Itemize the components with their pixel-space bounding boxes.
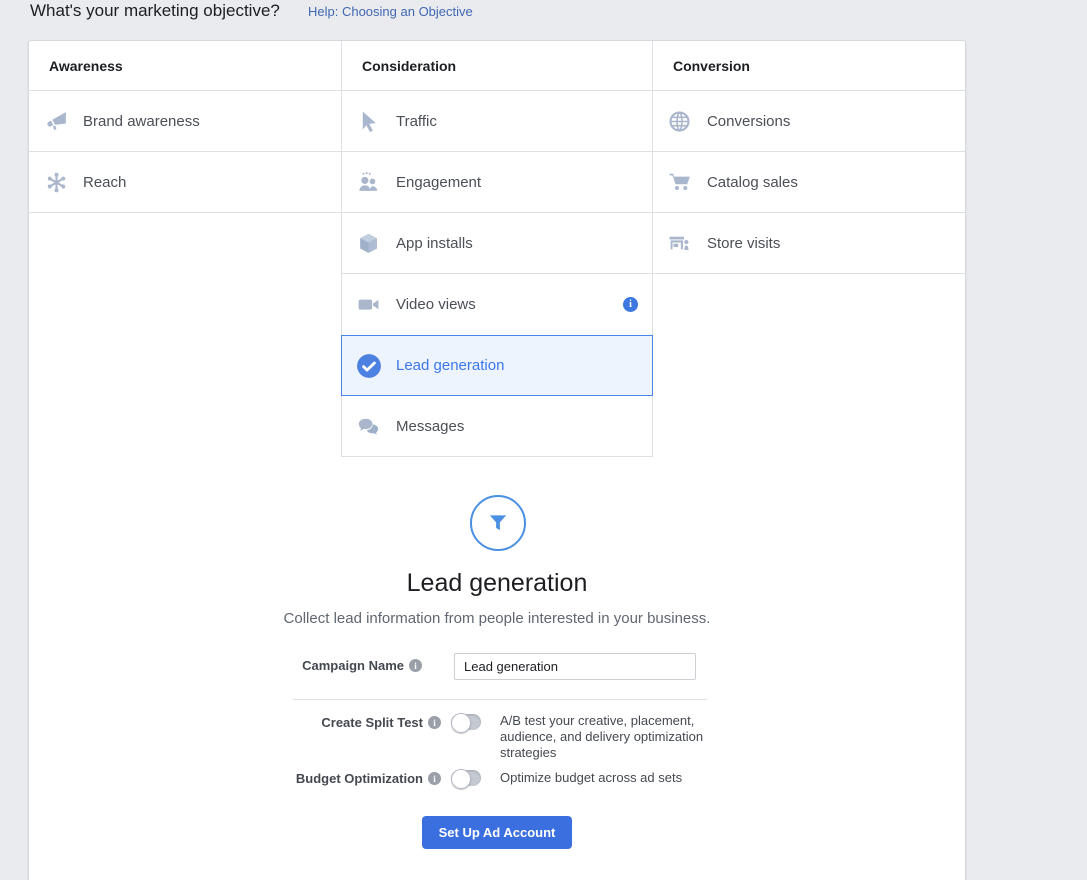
- objective-label: Reach: [83, 174, 126, 191]
- campaign-name-label: Campaign Name: [302, 658, 422, 673]
- campaign-name-label-text: Campaign Name: [302, 658, 404, 673]
- column-consideration: Consideration Traffic: [341, 41, 653, 457]
- check-circle-icon: [356, 353, 382, 379]
- objective-label: Traffic: [396, 113, 437, 130]
- globe-icon: [667, 108, 693, 134]
- budget-optimization-toggle[interactable]: [451, 770, 481, 786]
- split-test-label: Create Split Test: [321, 715, 441, 730]
- objective-label: App installs: [396, 235, 473, 252]
- objective-video-views[interactable]: Video views: [341, 274, 653, 335]
- info-icon[interactable]: [623, 297, 638, 312]
- objective-panel: Awareness Brand awareness: [28, 40, 966, 880]
- cart-icon: [667, 169, 693, 195]
- column-header-consideration: Consideration: [341, 41, 653, 91]
- marketing-objective-screen: What's your marketing objective? Help: C…: [0, 0, 1087, 880]
- chat-bubbles-icon: [356, 413, 382, 439]
- campaign-name-input[interactable]: [454, 653, 696, 680]
- objective-catalog-sales[interactable]: Catalog sales: [653, 152, 965, 213]
- objective-label: Lead generation: [396, 357, 504, 374]
- objective-lead-generation[interactable]: Lead generation: [341, 335, 653, 396]
- info-icon[interactable]: [428, 772, 441, 785]
- storefront-icon: [667, 230, 693, 256]
- objective-label: Messages: [396, 418, 464, 435]
- form-divider: [293, 699, 707, 700]
- split-test-description: A/B test your creative, placement, audie…: [500, 713, 714, 761]
- page-title: What's your marketing objective?: [30, 1, 280, 21]
- column-conversion: Conversion Conversions: [653, 41, 965, 457]
- split-test-label-text: Create Split Test: [321, 715, 423, 730]
- column-header-conversion: Conversion: [653, 41, 965, 91]
- detail-title: Lead generation: [29, 569, 965, 598]
- column-awareness: Awareness Brand awareness: [29, 41, 341, 457]
- people-icon: [356, 169, 382, 195]
- reach-icon: [43, 169, 69, 195]
- objective-label: Catalog sales: [707, 174, 798, 191]
- objective-conversions[interactable]: Conversions: [653, 91, 965, 152]
- help-link[interactable]: Help: Choosing an Objective: [308, 4, 473, 19]
- objective-messages[interactable]: Messages: [341, 396, 653, 457]
- objective-reach[interactable]: Reach: [29, 152, 341, 213]
- budget-optimization-label: Budget Optimization: [296, 771, 441, 786]
- budget-optimization-label-text: Budget Optimization: [296, 771, 423, 786]
- objective-store-visits[interactable]: Store visits: [653, 213, 965, 274]
- cube-icon: [356, 230, 382, 256]
- objective-label: Brand awareness: [83, 113, 200, 130]
- objective-label: Video views: [396, 296, 476, 313]
- objective-traffic[interactable]: Traffic: [341, 91, 653, 152]
- cursor-icon: [356, 108, 382, 134]
- objective-label: Store visits: [707, 235, 780, 252]
- info-icon[interactable]: [428, 716, 441, 729]
- objective-app-installs[interactable]: App installs: [341, 213, 653, 274]
- info-icon[interactable]: [409, 659, 422, 672]
- video-camera-icon: [356, 292, 382, 318]
- budget-optimization-description: Optimize budget across ad sets: [500, 770, 714, 786]
- objective-label: Engagement: [396, 174, 481, 191]
- megaphone-icon: [43, 108, 69, 134]
- objective-label: Conversions: [707, 113, 790, 130]
- column-header-awareness: Awareness: [29, 41, 341, 91]
- objective-grid: Awareness Brand awareness: [29, 41, 965, 457]
- objective-engagement[interactable]: Engagement: [341, 152, 653, 213]
- funnel-icon: [470, 495, 526, 551]
- set-up-ad-account-button[interactable]: Set Up Ad Account: [422, 816, 573, 849]
- split-test-toggle[interactable]: [451, 714, 481, 730]
- objective-brand-awareness[interactable]: Brand awareness: [29, 91, 341, 152]
- detail-description: Collect lead information from people int…: [29, 610, 965, 627]
